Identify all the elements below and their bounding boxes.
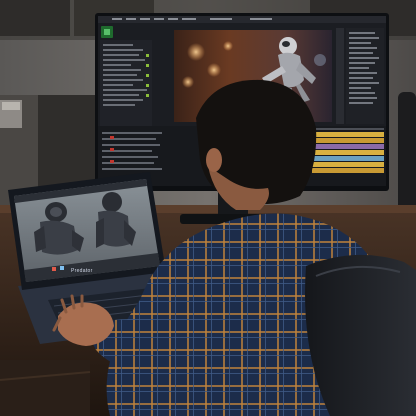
photo-svg <box>0 0 416 416</box>
project-panel <box>100 40 152 126</box>
person-hair <box>196 79 317 205</box>
laptop-brand-label: Predator <box>71 268 93 274</box>
photo-scene: Predator <box>0 0 416 416</box>
chair <box>305 254 416 416</box>
laptop-robot-right <box>102 192 122 212</box>
